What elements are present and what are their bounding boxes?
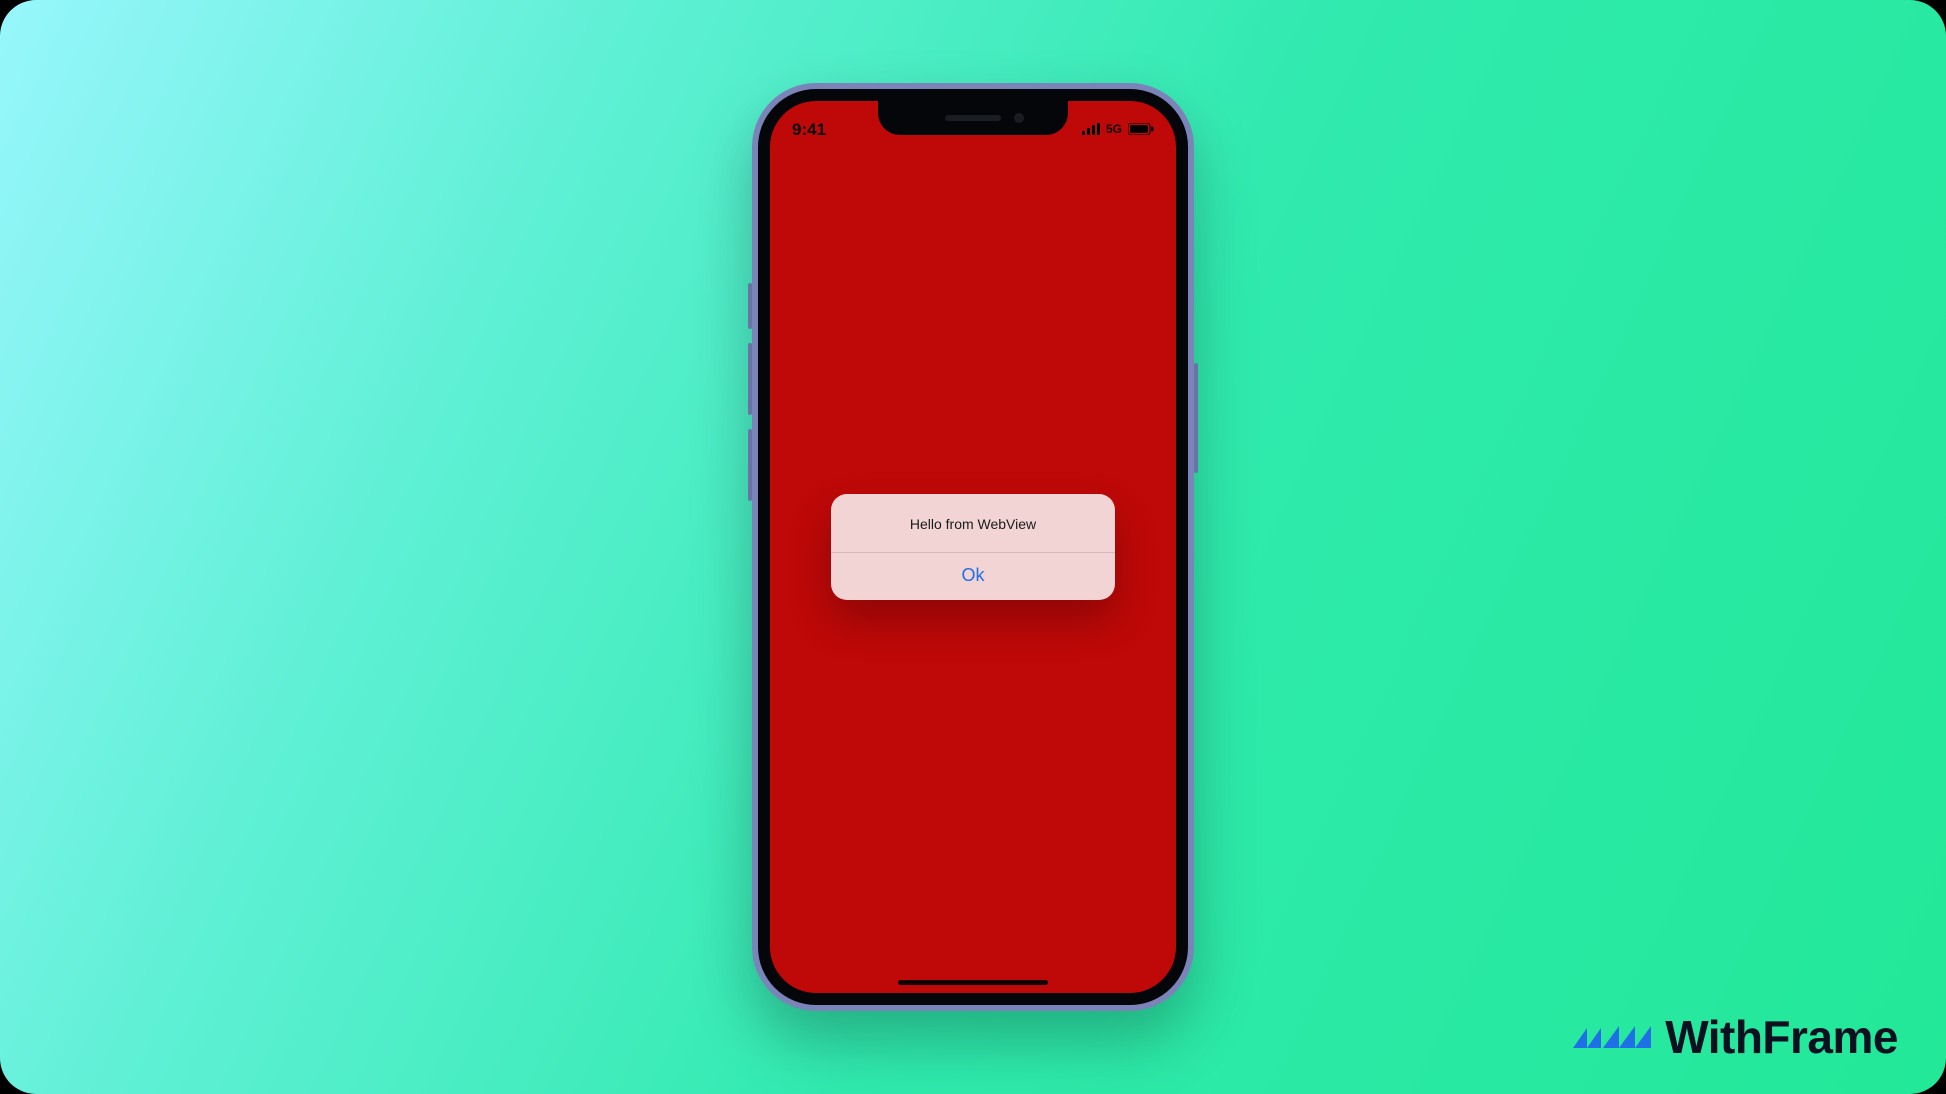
- phone-screen: 9:41 5G: [770, 101, 1176, 993]
- withframe-logo-icon: [1573, 1014, 1651, 1060]
- phone-side-button: [748, 283, 752, 329]
- alert-message: Hello from WebView: [831, 494, 1115, 552]
- home-indicator[interactable]: [898, 980, 1048, 985]
- battery-icon: [1128, 123, 1154, 135]
- alert-dialog: Hello from WebView Ok: [831, 494, 1115, 600]
- alert-ok-button[interactable]: Ok: [831, 553, 1115, 600]
- speaker-grill: [945, 115, 1001, 121]
- status-bar-time: 9:41: [792, 121, 826, 138]
- phone-bezel: 9:41 5G: [758, 89, 1188, 1005]
- promo-card: 9:41 5G: [0, 0, 1946, 1094]
- cellular-signal-icon: [1082, 123, 1100, 135]
- phone-side-button: [748, 343, 752, 415]
- phone-notch: [878, 101, 1068, 135]
- phone-side-button: [748, 429, 752, 501]
- iphone-device-frame: 9:41 5G: [752, 83, 1194, 1011]
- brand-watermark-text: WithFrame: [1665, 1010, 1898, 1064]
- brand-watermark: WithFrame: [1573, 1010, 1898, 1064]
- network-type-label: 5G: [1106, 122, 1122, 136]
- phone-side-button: [1194, 363, 1198, 473]
- front-camera: [1014, 113, 1024, 123]
